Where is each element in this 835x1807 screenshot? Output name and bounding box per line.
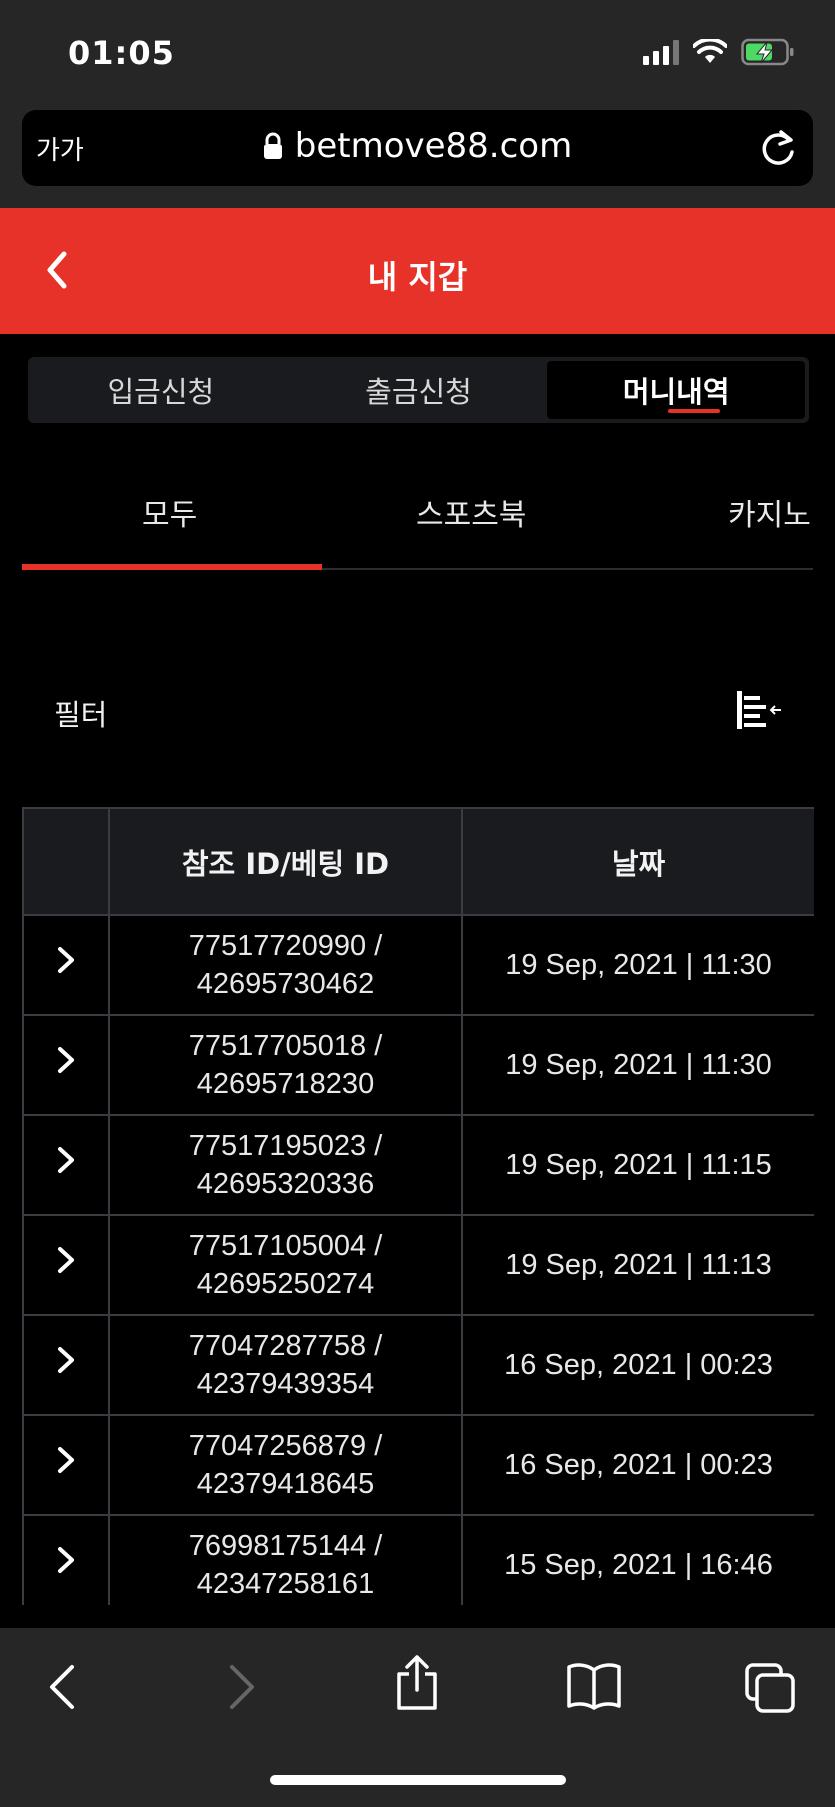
page-title: 내 지갑 xyxy=(367,258,468,296)
home-indicator xyxy=(270,1775,566,1785)
bet-id: 42695320336 xyxy=(196,1168,375,1200)
column-header-ref-id: 참조 ID/베팅 ID xyxy=(108,807,463,916)
table-row[interactable]: 77517720990 / 42695730462 19 Sep, 2021 | 1… xyxy=(22,914,814,1016)
tab-withdraw[interactable]: 출금신청 xyxy=(290,361,548,419)
date-cell: 19 Sep, 2021 | 11:30 xyxy=(461,1014,814,1116)
row-expand-cell[interactable] xyxy=(22,1114,110,1216)
row-expand-cell[interactable] xyxy=(22,1014,110,1116)
address-bar[interactable]: 가가 betmove88.com xyxy=(22,110,813,186)
ref-id: 77517705018 / xyxy=(188,1030,383,1062)
bet-id: 42695730462 xyxy=(196,968,375,1000)
battery-charging-icon xyxy=(741,38,794,66)
url-text: betmove88.com xyxy=(294,126,573,166)
chevron-right-icon xyxy=(230,1665,254,1709)
chevron-left-icon[interactable] xyxy=(46,1662,78,1712)
table-row[interactable]: 77517105004 / 42695250274 19 Sep, 2021 | 1… xyxy=(22,1214,814,1316)
ref-bet-id-cell: 77517705018 / 42695718230 xyxy=(108,1014,463,1116)
row-expand-cell[interactable] xyxy=(22,914,110,1016)
status-time: 01:05 xyxy=(68,34,175,72)
table-row[interactable]: 76998175144 / 42347258161 15 Sep, 2021 | 1… xyxy=(22,1514,814,1605)
table-row[interactable]: 77517195023 / 42695320336 19 Sep, 2021 | 1… xyxy=(22,1114,814,1216)
date-cell: 15 Sep, 2021 | 16:46 xyxy=(461,1514,814,1605)
column-header-date: 날짜 xyxy=(461,807,814,916)
lock-icon xyxy=(263,132,282,159)
filter-lines-icon[interactable] xyxy=(737,690,783,730)
ref-id: 77517720990 / xyxy=(188,930,383,962)
column-header-expand xyxy=(22,807,110,916)
ref-bet-id-cell: 77047287758 / 42379439354 xyxy=(108,1314,463,1416)
wifi-icon xyxy=(693,39,727,63)
row-expand-cell[interactable] xyxy=(22,1214,110,1316)
reload-icon[interactable] xyxy=(759,128,797,168)
status-icons xyxy=(643,38,795,66)
ref-bet-id-cell: 77517195023 / 42695320336 xyxy=(108,1114,463,1216)
table-header-row: 참조 ID/베팅 ID 날짜 xyxy=(22,807,814,916)
wallet-tabs: 입금신청 출금신청 머니내역 xyxy=(28,357,809,423)
date-cell: 19 Sep, 2021 | 11:13 xyxy=(461,1214,814,1316)
ref-id: 77047287758 / xyxy=(188,1330,383,1362)
date-cell: 16 Sep, 2021 | 00:23 xyxy=(461,1314,814,1416)
browser-address-area: 가가 betmove88.com xyxy=(0,100,835,208)
ref-id: 77047256879 / xyxy=(188,1430,383,1462)
share-icon[interactable] xyxy=(394,1654,440,1712)
tab-deposit[interactable]: 입금신청 xyxy=(32,361,290,419)
ref-bet-id-cell: 77517720990 / 42695730462 xyxy=(108,914,463,1016)
tab-money-history[interactable]: 머니내역 xyxy=(547,361,806,419)
chevron-right-icon[interactable] xyxy=(57,1246,75,1274)
chevron-right-icon[interactable] xyxy=(57,1046,75,1074)
filter-label[interactable]: 필터 xyxy=(54,692,107,734)
row-expand-cell[interactable] xyxy=(22,1414,110,1516)
chevron-right-icon[interactable] xyxy=(57,1146,75,1174)
tab-all[interactable]: 모두 xyxy=(142,490,197,534)
table-row[interactable]: 77517705018 / 42695718230 19 Sep, 2021 | 1… xyxy=(22,1014,814,1116)
tab-casino[interactable]: 카지노 xyxy=(728,490,811,534)
ref-bet-id-cell: 77517105004 / 42695250274 xyxy=(108,1214,463,1316)
chevron-right-icon[interactable] xyxy=(57,1346,75,1374)
ref-id: 77517195023 / xyxy=(188,1130,383,1162)
date-cell: 16 Sep, 2021 | 00:23 xyxy=(461,1414,814,1516)
ref-id: 77517105004 / xyxy=(188,1230,383,1262)
status-bar: 01:05 xyxy=(0,0,835,100)
ref-bet-id-cell: 77047256879 / 42379418645 xyxy=(108,1414,463,1516)
bet-id: 42379418645 xyxy=(196,1468,375,1500)
date-cell: 19 Sep, 2021 | 11:15 xyxy=(461,1114,814,1216)
app-header: 내 지갑 xyxy=(0,208,835,334)
bookmarks-icon[interactable] xyxy=(566,1662,622,1710)
tab-sportsbook[interactable]: 스포츠북 xyxy=(416,490,526,534)
row-expand-cell[interactable] xyxy=(22,1514,110,1605)
table-row[interactable]: 77047256879 / 42379418645 16 Sep, 2021 | 0… xyxy=(22,1414,814,1516)
ref-bet-id-cell: 76998175144 / 42347258161 xyxy=(108,1514,463,1605)
bet-id: 42379439354 xyxy=(196,1368,375,1400)
active-tab-indicator xyxy=(22,564,322,570)
url-display[interactable]: betmove88.com xyxy=(22,126,813,166)
bet-id: 42347258161 xyxy=(196,1568,375,1600)
chevron-right-icon[interactable] xyxy=(57,1546,75,1574)
ref-id: 76998175144 / xyxy=(188,1530,383,1562)
cellular-signal-icon xyxy=(643,39,679,65)
bet-id: 42695718230 xyxy=(196,1068,375,1100)
tabs-icon[interactable] xyxy=(744,1662,796,1714)
date-cell: 19 Sep, 2021 | 11:30 xyxy=(461,914,814,1016)
row-expand-cell[interactable] xyxy=(22,1314,110,1416)
table-row[interactable]: 77047287758 / 42379439354 16 Sep, 2021 | 0… xyxy=(22,1314,814,1416)
category-tabs: 모두 스포츠북 카지노 xyxy=(22,470,813,570)
bet-id: 42695250274 xyxy=(196,1268,375,1300)
chevron-right-icon[interactable] xyxy=(57,946,75,974)
chevron-right-icon[interactable] xyxy=(57,1446,75,1474)
money-history-table: 참조 ID/베팅 ID 날짜 77517720990 / 42695730462 1… xyxy=(22,807,814,1605)
